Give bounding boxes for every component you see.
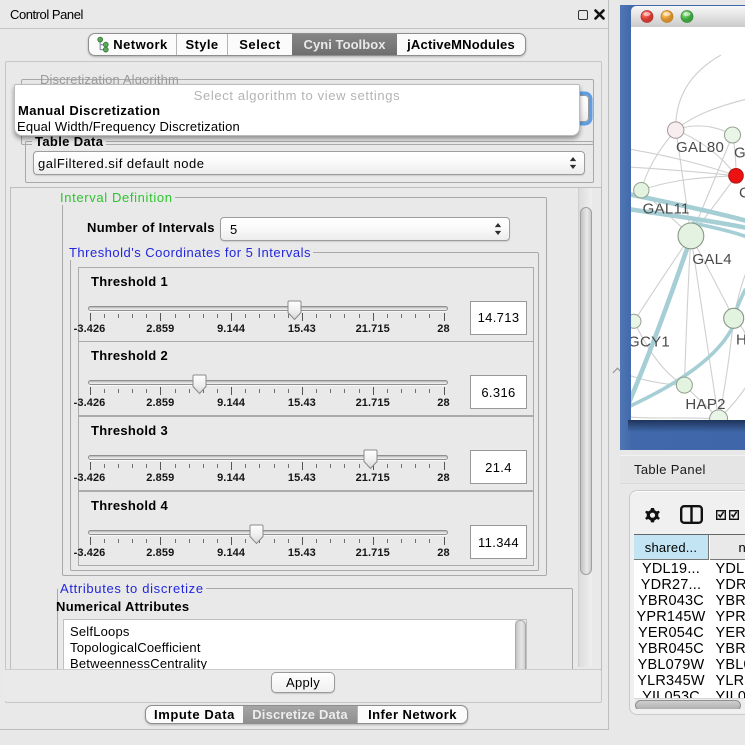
- svg-text:H: H: [736, 331, 745, 348]
- svg-text:GAL4: GAL4: [692, 251, 732, 268]
- svg-text:HAP2: HAP2: [685, 396, 725, 413]
- svg-text:C: C: [739, 184, 745, 201]
- svg-text:GAL80: GAL80: [676, 139, 724, 156]
- svg-text:G.: G.: [734, 145, 745, 162]
- svg-text:GAL11: GAL11: [643, 200, 690, 217]
- svg-text:GCY1: GCY1: [631, 333, 670, 350]
